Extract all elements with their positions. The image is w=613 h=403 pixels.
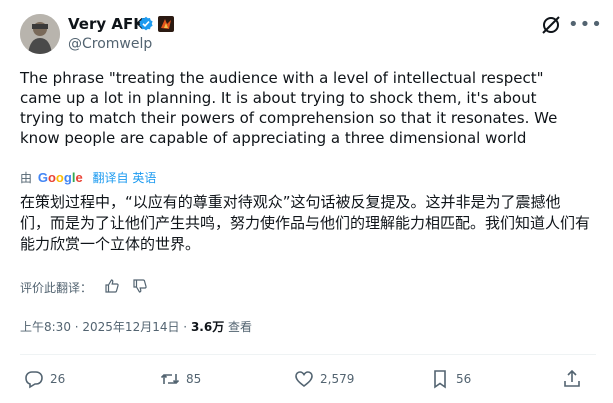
affiliate-flair-icon[interactable] — [158, 16, 174, 32]
translation-attribution: 由 Google 翻译自 英语 — [20, 170, 156, 186]
reply-count: 26 — [50, 372, 66, 386]
share-button[interactable] — [562, 368, 588, 390]
divider — [20, 354, 596, 355]
repost-count: 85 — [186, 372, 202, 386]
repost-button[interactable]: 85 — [160, 368, 201, 390]
translated-by-prefix: 由 — [20, 171, 33, 185]
bookmark-icon — [434, 370, 446, 389]
reply-icon — [25, 371, 43, 389]
rate-translation: 评价此翻译： — [20, 278, 148, 299]
rate-translation-label: 评价此翻译： — [20, 281, 93, 295]
timestamp[interactable]: 上午8:30 · 2025年12月14日 · — [20, 320, 187, 334]
grok-icon[interactable] — [540, 14, 562, 36]
bookmark-count: 56 — [456, 372, 472, 386]
thumbs-down-icon[interactable] — [132, 278, 148, 299]
views-label: 查看 — [228, 320, 253, 334]
more-icon[interactable]: ••• — [568, 14, 602, 36]
share-icon — [564, 369, 580, 387]
like-count: 2,579 — [320, 372, 355, 386]
like-button[interactable]: 2,579 — [294, 368, 354, 390]
bookmark-button[interactable]: 56 — [430, 368, 471, 390]
avatar[interactable] — [20, 14, 60, 54]
translated-from-link[interactable]: 翻译自 英语 — [93, 171, 157, 185]
post-text-translated: 在策划过程中，“以应有的尊重对待观众”这句话被反复提及。这并非是为了震撼他们，而… — [20, 193, 591, 253]
post-meta: 上午8:30 · 2025年12月14日 · 3.6万 查看 — [20, 318, 252, 336]
google-logo: Google — [37, 170, 83, 185]
repost-icon — [160, 374, 180, 384]
author-handle[interactable]: @Cromwelp — [68, 34, 152, 54]
author-name[interactable]: Very AFK — [68, 14, 145, 34]
action-bar: 26 85 2,579 56 — [0, 360, 613, 400]
like-icon — [295, 371, 313, 388]
thumbs-up-icon[interactable] — [104, 278, 120, 299]
reply-button[interactable]: 26 — [24, 368, 65, 390]
verified-badge-icon — [138, 16, 154, 32]
views-count: 3.6万 — [190, 320, 225, 334]
avatar-image — [20, 14, 60, 54]
post-text-original: The phrase "treating the audience with a… — [20, 69, 558, 147]
